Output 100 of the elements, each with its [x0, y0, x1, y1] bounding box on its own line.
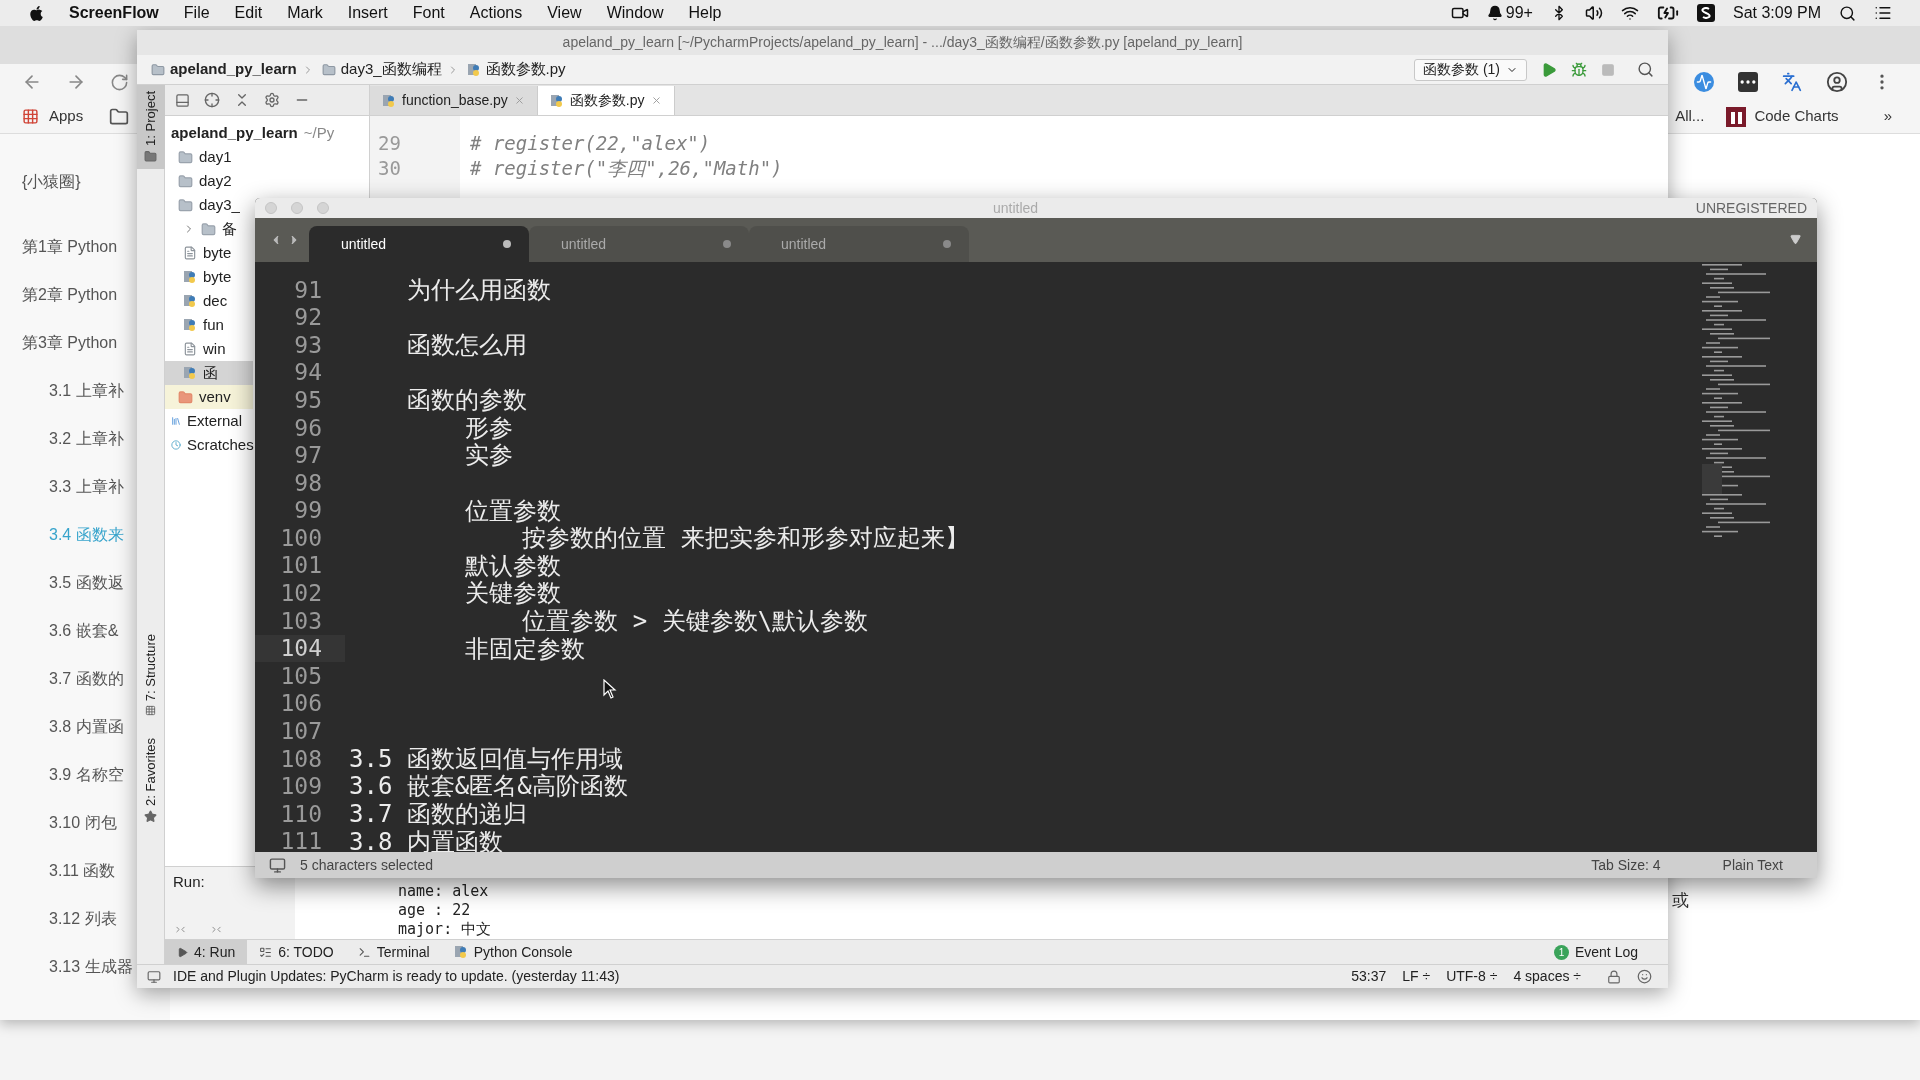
tree-item[interactable]: byte: [165, 241, 235, 265]
sidebar-link[interactable]: 3.6 嵌套&: [49, 619, 119, 643]
bookmark-link[interactable]: Apps: [49, 105, 84, 128]
more-icon[interactable]: [1738, 72, 1758, 92]
menu-item[interactable]: Edit: [234, 1, 263, 25]
tree-item[interactable]: venv: [165, 385, 253, 409]
debug-icon[interactable]: [1571, 61, 1587, 78]
menu-item[interactable]: Actions: [469, 1, 523, 25]
tree-item[interactable]: 函: [165, 361, 253, 385]
structure-tool-tab[interactable]: 7: Structure: [140, 633, 161, 702]
tool-tab[interactable]: 6: TODO: [247, 939, 346, 965]
reload-icon[interactable]: [110, 72, 129, 92]
app-menu[interactable]: ScreenFlow: [69, 1, 159, 25]
menu-item[interactable]: Help: [688, 1, 722, 25]
translate-icon[interactable]: [1782, 72, 1802, 92]
breadcrumb[interactable]: 函数参数.py: [485, 58, 566, 81]
sidebar-link[interactable]: 3.12 列表: [49, 907, 117, 931]
account-icon[interactable]: [1826, 71, 1848, 93]
mouse-cursor-icon: [603, 679, 617, 699]
tree-item[interactable]: byte: [165, 265, 235, 289]
apple-logo-icon[interactable]: [28, 4, 45, 22]
breadcrumb[interactable]: day3_函数编程: [340, 58, 442, 81]
settings-icon[interactable]: [264, 92, 280, 108]
tab-menu-icon[interactable]: [1790, 234, 1801, 245]
sidebar-link[interactable]: 3.7 函数的: [49, 667, 124, 691]
line-number: 95: [293, 385, 322, 415]
menu-item[interactable]: View: [547, 1, 582, 25]
bookmarks-overflow[interactable]: »: [1883, 105, 1892, 128]
editor-tab[interactable]: untitled: [529, 226, 749, 262]
volume-icon[interactable]: [1584, 4, 1603, 22]
view-icon[interactable]: [175, 92, 190, 108]
sidebar-link[interactable]: 3.9 名称空: [49, 763, 124, 787]
tree-item[interactable]: day1: [165, 145, 235, 169]
sidebar-link[interactable]: 3.5 函数返: [49, 571, 124, 595]
tree-item[interactable]: Scratches: [165, 433, 257, 457]
editor-tab[interactable]: function_base.py: [370, 86, 538, 115]
notification-count: 99+: [1505, 3, 1533, 23]
tree-item[interactable]: 备: [165, 217, 240, 241]
sidebar-link[interactable]: 3.2 上章补: [49, 427, 124, 451]
folder-icon[interactable]: [109, 106, 130, 127]
close-icon[interactable]: [650, 95, 662, 106]
event-log-tab[interactable]: 1 Event Log: [1553, 941, 1638, 963]
editor-tab[interactable]: untitled: [309, 226, 529, 262]
tree-item[interactable]: day2: [165, 169, 235, 193]
sidebar-link[interactable]: 3.10 闭包: [49, 811, 117, 835]
tree-item-path: ~/Py: [303, 122, 335, 143]
editor-tab[interactable]: untitled: [749, 226, 969, 262]
editor-tab[interactable]: 函数参数.py: [537, 86, 675, 115]
project-tool-tab[interactable]: 1: Project: [136, 85, 165, 169]
menu-item[interactable]: Window: [606, 1, 664, 25]
sidebar-link[interactable]: 第2章 Python: [22, 283, 118, 307]
run-icon[interactable]: [1541, 61, 1557, 78]
breadcrumb[interactable]: apeland_py_learn: [170, 58, 297, 81]
sidebar-link[interactable]: 第1章 Python: [22, 235, 118, 259]
status-item[interactable]: LF ÷: [1402, 966, 1431, 987]
line-number: 96: [293, 413, 322, 443]
menu-item[interactable]: Font: [412, 1, 445, 25]
lock-icon[interactable]: [1607, 969, 1621, 984]
tree-item[interactable]: day3_: [165, 193, 243, 217]
tool-tab[interactable]: 4: Run: [165, 939, 248, 965]
tree-item[interactable]: apeland_py_learn ~/Py: [165, 121, 338, 145]
tree-item-label: byte: [203, 242, 232, 263]
status-item[interactable]: 4 spaces ÷: [1513, 966, 1581, 987]
menu-icon[interactable]: [1874, 4, 1892, 22]
code-charts-logo-icon[interactable]: [1726, 106, 1747, 127]
line-number: 104: [279, 634, 322, 664]
menu-item[interactable]: File: [183, 1, 210, 25]
syntax-status[interactable]: Plain Text: [1722, 854, 1783, 876]
sidebar-link[interactable]: 3.8 内置函: [49, 715, 124, 739]
wifi-icon[interactable]: [1620, 4, 1639, 22]
activity-icon[interactable]: [1694, 72, 1714, 92]
tree-item[interactable]: win: [165, 337, 229, 361]
bell-icon[interactable]: [1486, 5, 1503, 21]
face-icon[interactable]: [1637, 969, 1652, 984]
sidebar-link[interactable]: 3.1 上章补: [49, 379, 124, 403]
bookmark-link[interactable]: All...: [1675, 105, 1705, 128]
tree-item[interactable]: External: [165, 409, 246, 433]
sidebar-link[interactable]: 3.11 函数: [49, 859, 116, 883]
apps-grid-icon[interactable]: [22, 108, 39, 125]
tree-item[interactable]: dec: [165, 289, 231, 313]
tab-size-status[interactable]: Tab Size: 4: [1591, 854, 1661, 876]
tool-tab[interactable]: Terminal: [345, 939, 442, 965]
run-configuration-dropdown[interactable]: 函数参数 (1): [1414, 58, 1527, 81]
tool-tab[interactable]: Python Console: [441, 939, 585, 965]
sidebar-link[interactable]: 3.3 上章补: [49, 475, 124, 499]
sidebar-link[interactable]: 第3章 Python: [22, 331, 118, 355]
line-number: 97: [293, 441, 322, 471]
menu-item[interactable]: Insert: [347, 1, 388, 25]
crosshair-icon[interactable]: [204, 92, 220, 108]
menu-item[interactable]: Mark: [287, 1, 323, 25]
status-item[interactable]: 53:37: [1351, 966, 1387, 987]
clock[interactable]: Sat 3:09 PM: [1732, 1, 1821, 25]
search-icon[interactable]: [1637, 61, 1654, 78]
search-icon[interactable]: [1839, 4, 1856, 22]
s-app-icon[interactable]: [1696, 4, 1715, 22]
tree-item[interactable]: fun: [165, 313, 227, 337]
bookmark-link[interactable]: Code Charts: [1754, 105, 1839, 128]
favorites-tool-tab[interactable]: 2: Favorites: [140, 738, 161, 807]
sidebar-link[interactable]: 3.13 生成器: [49, 955, 133, 979]
status-item[interactable]: UTF-8 ÷: [1446, 966, 1498, 987]
